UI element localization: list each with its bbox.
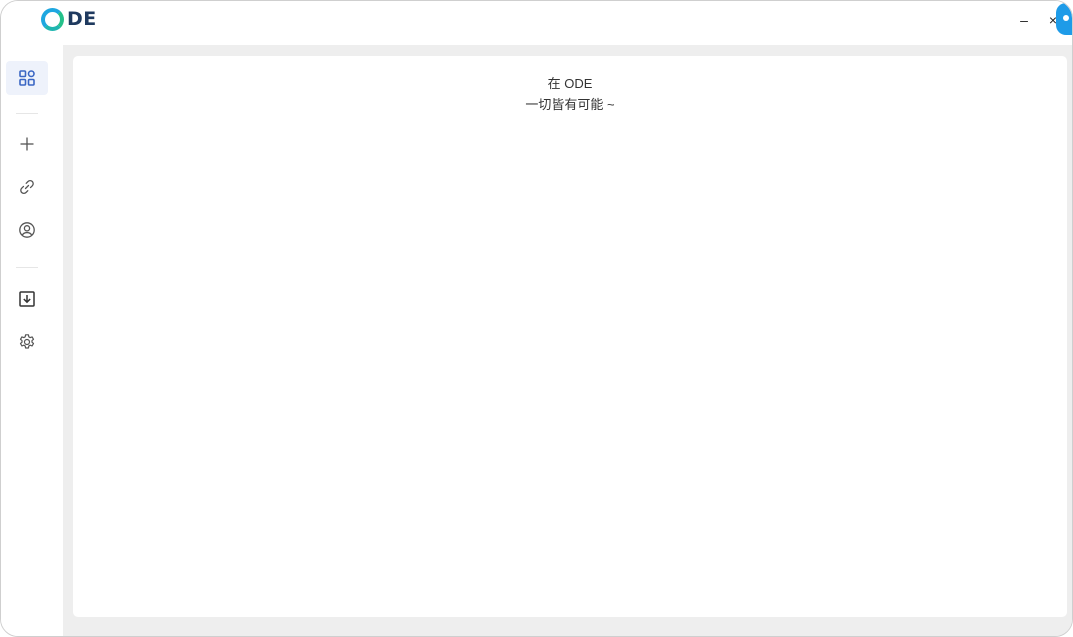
logo-ring-icon: [41, 7, 64, 31]
gear-icon: [18, 333, 36, 351]
main-panel: 在 ODE 一切皆有可能 ~: [73, 56, 1067, 617]
sidebar-item-link[interactable]: [6, 170, 48, 204]
sidebar-item-settings[interactable]: [6, 325, 48, 359]
sidebar-item-download[interactable]: [6, 282, 48, 316]
page-subtitle: 一切皆有可能 ~: [525, 97, 615, 112]
download-box-icon: [18, 290, 36, 308]
logo-text: DE: [67, 8, 97, 30]
sidebar-item-dashboard[interactable]: [6, 61, 48, 95]
sidebar-item-add[interactable]: [6, 127, 48, 161]
sidebar-item-user[interactable]: [6, 213, 48, 247]
link-icon: [18, 178, 36, 196]
app-window: DE – × 在 ODE 一切皆有可能 ~: [0, 0, 1073, 637]
plus-icon: [18, 135, 36, 153]
page-title: 在 ODE: [547, 76, 593, 91]
grid-icon: [18, 69, 36, 87]
sidebar: [1, 45, 63, 636]
user-circle-icon: [18, 221, 36, 239]
app-logo: DE: [41, 7, 97, 31]
sidebar-divider: [16, 113, 38, 114]
corner-badge-icon[interactable]: [1056, 3, 1072, 35]
minimize-button[interactable]: –: [1015, 11, 1033, 29]
sidebar-divider: [16, 267, 38, 268]
title-bar: DE – ×: [1, 1, 1072, 45]
